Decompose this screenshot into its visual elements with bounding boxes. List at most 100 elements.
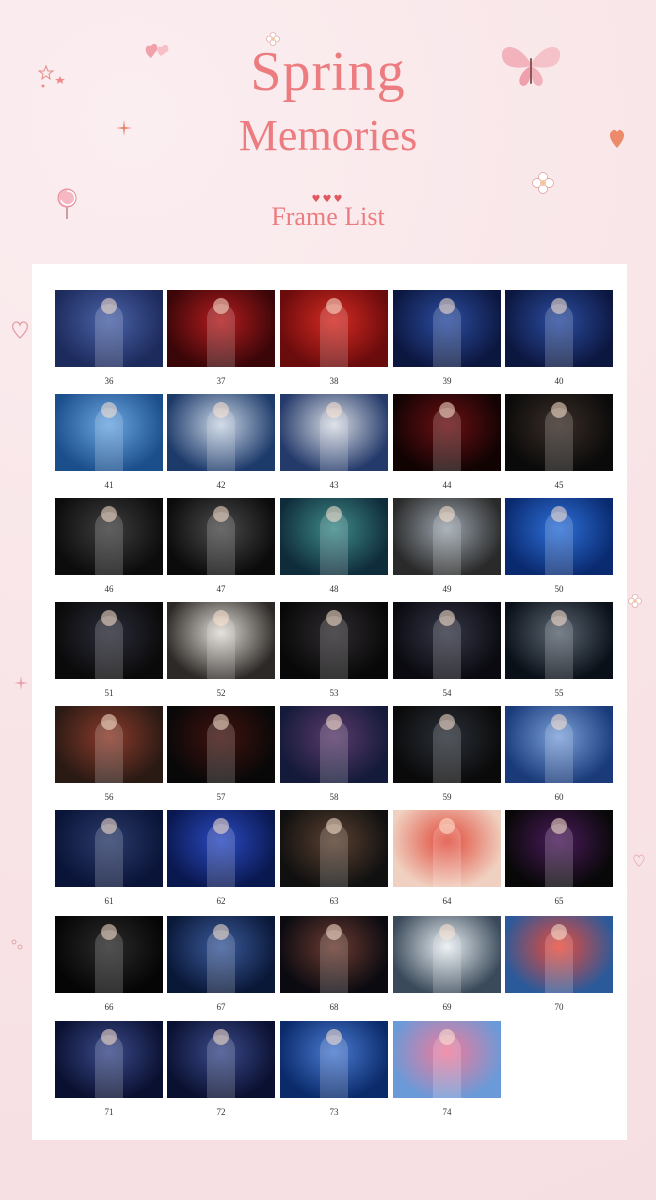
frame-thumbnail[interactable] — [55, 602, 163, 679]
frame-item[interactable]: 66 — [55, 916, 163, 1013]
performer-head — [101, 923, 117, 940]
frame-thumbnail[interactable] — [167, 916, 275, 993]
frame-thumbnail[interactable] — [393, 706, 501, 783]
frame-thumbnail[interactable] — [167, 1021, 275, 1098]
frame-number: 62 — [216, 896, 226, 906]
frame-item[interactable]: 61 — [55, 810, 163, 907]
frame-item[interactable]: 45 — [505, 394, 613, 491]
frame-item[interactable]: 69 — [393, 916, 501, 1013]
frame-item[interactable]: 50 — [505, 498, 613, 595]
frame-item[interactable]: 47 — [167, 498, 275, 595]
frame-thumbnail[interactable] — [505, 498, 613, 575]
frame-item[interactable]: 71 — [55, 1021, 163, 1118]
frame-item[interactable]: 41 — [55, 394, 163, 491]
performer-head — [213, 713, 229, 730]
frame-thumbnail[interactable] — [505, 706, 613, 783]
frame-thumbnail[interactable] — [55, 394, 163, 471]
frame-number: 42 — [216, 480, 226, 490]
frame-thumbnail[interactable] — [167, 810, 275, 887]
frame-item[interactable]: 59 — [393, 706, 501, 803]
frame-thumbnail[interactable] — [393, 602, 501, 679]
page-title-line2: Memories — [238, 111, 418, 160]
frame-item[interactable]: 57 — [167, 706, 275, 803]
frame-thumbnail[interactable] — [393, 916, 501, 993]
frame-item[interactable]: 64 — [393, 810, 501, 907]
frame-item[interactable]: 56 — [55, 706, 163, 803]
frame-item[interactable]: 55 — [505, 602, 613, 699]
frame-thumbnail[interactable] — [280, 602, 388, 679]
frame-thumbnail[interactable] — [505, 394, 613, 471]
performer-head — [326, 713, 342, 730]
frame-thumbnail[interactable] — [393, 810, 501, 887]
frame-thumbnail[interactable] — [55, 706, 163, 783]
frame-item[interactable]: 40 — [505, 290, 613, 387]
frame-thumbnail[interactable] — [167, 290, 275, 367]
frame-item[interactable]: 65 — [505, 810, 613, 907]
frame-item[interactable]: 67 — [167, 916, 275, 1013]
frame-item[interactable]: 72 — [167, 1021, 275, 1118]
frame-item[interactable]: 49 — [393, 498, 501, 595]
frame-thumbnail[interactable] — [505, 602, 613, 679]
frame-thumbnail[interactable] — [167, 602, 275, 679]
frame-item[interactable]: 70 — [505, 916, 613, 1013]
frame-item[interactable]: 42 — [167, 394, 275, 491]
frame-thumbnail[interactable] — [55, 810, 163, 887]
frame-thumbnail[interactable] — [167, 706, 275, 783]
frame-thumbnail[interactable] — [393, 290, 501, 367]
frame-thumbnail[interactable] — [55, 290, 163, 367]
frame-number: 43 — [329, 480, 339, 490]
frame-thumbnail[interactable] — [55, 1021, 163, 1098]
frame-item[interactable]: 38 — [280, 290, 388, 387]
performer-head — [551, 297, 567, 314]
performer-head — [213, 609, 229, 626]
frame-thumbnail[interactable] — [393, 498, 501, 575]
frame-thumbnail[interactable] — [280, 394, 388, 471]
frame-thumbnail[interactable] — [505, 916, 613, 993]
frame-item[interactable]: 58 — [280, 706, 388, 803]
frame-thumbnail[interactable] — [280, 498, 388, 575]
frame-item[interactable]: 46 — [55, 498, 163, 595]
frame-number: 46 — [104, 584, 114, 594]
frame-thumbnail[interactable] — [505, 810, 613, 887]
frame-number: 68 — [329, 1002, 339, 1012]
frame-number: 63 — [329, 896, 339, 906]
frame-item[interactable]: 48 — [280, 498, 388, 595]
performer-head — [551, 713, 567, 730]
performer-head — [439, 713, 455, 730]
performer-head — [101, 297, 117, 314]
frame-number: 49 — [442, 584, 452, 594]
frame-item[interactable]: 74 — [393, 1021, 501, 1118]
star-icon — [38, 64, 65, 88]
frame-item[interactable]: 43 — [280, 394, 388, 491]
sparkle-icon — [14, 676, 28, 690]
frame-thumbnail[interactable] — [280, 916, 388, 993]
frame-thumbnail[interactable] — [167, 394, 275, 471]
frame-thumbnail[interactable] — [280, 810, 388, 887]
frame-thumbnail[interactable] — [505, 290, 613, 367]
frame-thumbnail[interactable] — [55, 498, 163, 575]
frame-number: 48 — [329, 584, 339, 594]
frame-thumbnail[interactable] — [393, 394, 501, 471]
frame-thumbnail[interactable] — [280, 290, 388, 367]
frame-item[interactable]: 63 — [280, 810, 388, 907]
frame-thumbnail[interactable] — [55, 916, 163, 993]
frame-thumbnail[interactable] — [280, 706, 388, 783]
frame-item[interactable]: 39 — [393, 290, 501, 387]
frame-item[interactable]: 36 — [55, 290, 163, 387]
frame-item[interactable]: 53 — [280, 602, 388, 699]
frame-item[interactable]: 73 — [280, 1021, 388, 1118]
frame-item[interactable]: 60 — [505, 706, 613, 803]
frame-thumbnail[interactable] — [393, 1021, 501, 1098]
frame-item[interactable]: 68 — [280, 916, 388, 1013]
performer-head — [101, 713, 117, 730]
sparkle-icon — [116, 120, 132, 136]
frame-item[interactable]: 54 — [393, 602, 501, 699]
frame-item[interactable]: 37 — [167, 290, 275, 387]
frame-item[interactable]: 62 — [167, 810, 275, 907]
frame-item[interactable]: 44 — [393, 394, 501, 491]
frame-item[interactable]: 52 — [167, 602, 275, 699]
frame-number: 53 — [329, 688, 339, 698]
frame-thumbnail[interactable] — [167, 498, 275, 575]
frame-item[interactable]: 51 — [55, 602, 163, 699]
frame-thumbnail[interactable] — [280, 1021, 388, 1098]
